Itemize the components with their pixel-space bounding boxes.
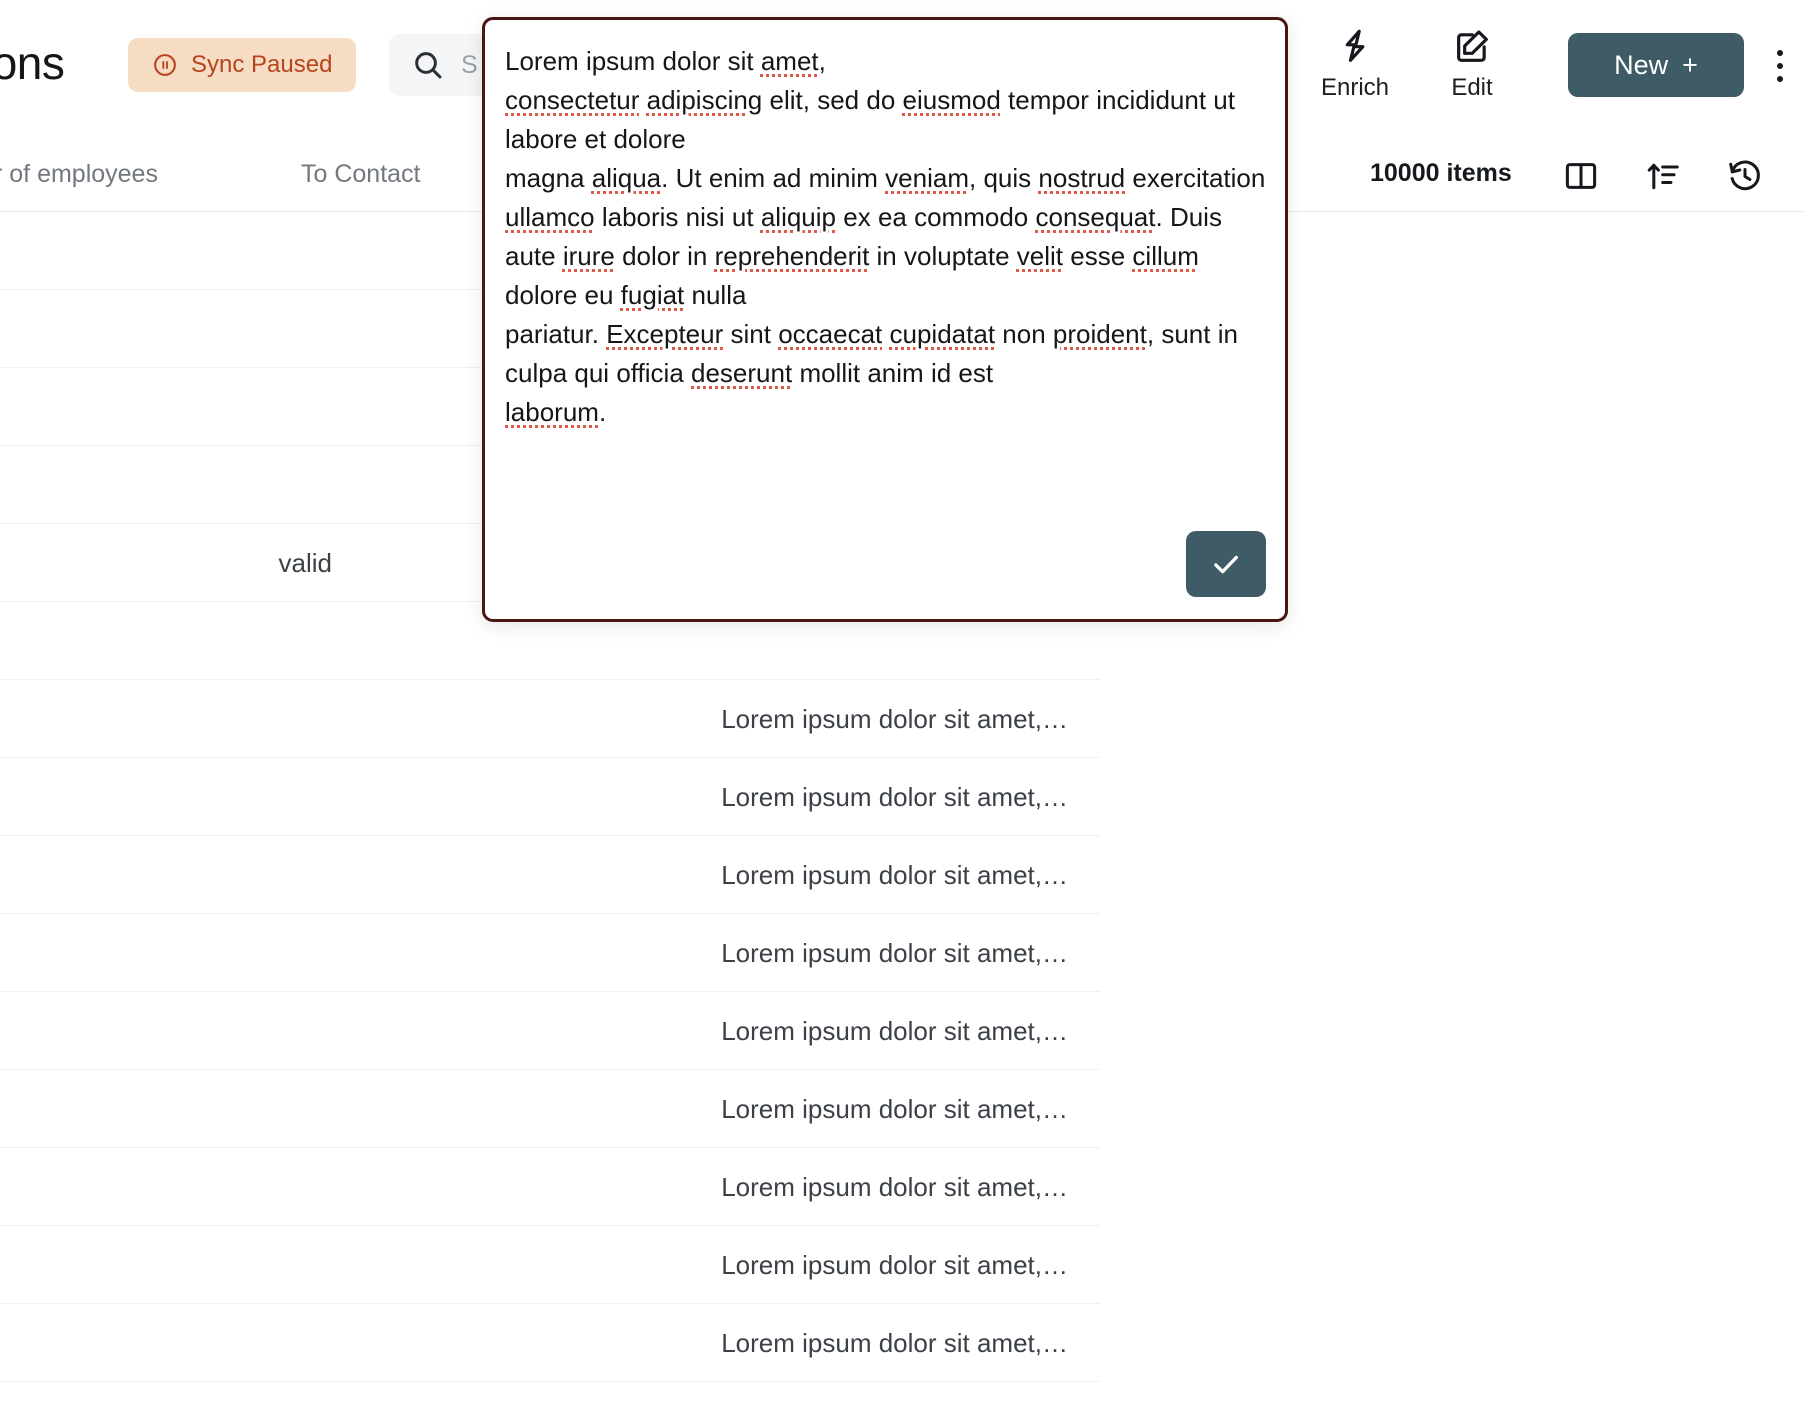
cell-description[interactable]: Lorem ipsum dolor sit amet,… — [721, 992, 1068, 1070]
edit-label: Edit — [1451, 74, 1492, 102]
kebab-dot — [1777, 76, 1783, 82]
cell-editor-textarea[interactable]: Lorem ipsum dolor sit amet, consectetur … — [505, 42, 1269, 432]
cell-validity[interactable] — [0, 290, 367, 368]
cell-validity[interactable] — [0, 1382, 367, 1408]
cell-description[interactable]: Lorem ipsum dolor sit amet,… — [721, 758, 1068, 836]
kebab-dot — [1777, 50, 1783, 56]
cell-description[interactable]: Lorem ipsum dolor sit amet,… — [721, 836, 1068, 914]
cell-validity[interactable] — [0, 1148, 367, 1226]
app-root: ions Sync Paused S Enrich — [0, 0, 1804, 1408]
table-row[interactable]: Lorem ipsum dolor sit amet,… — [0, 1226, 1100, 1304]
column-header-employees[interactable]: r of employees — [0, 160, 158, 189]
cell-validity[interactable] — [0, 602, 367, 680]
cell-description[interactable]: Lorem ipsum dolor sit amet,… — [721, 1070, 1068, 1148]
cell-validity[interactable] — [0, 1070, 367, 1148]
misspelled-word: velit — [1017, 241, 1063, 271]
misspelled-word: adipiscing — [647, 85, 763, 115]
table-row[interactable]: Lorem ipsum dolor sit amet,… — [0, 1148, 1100, 1226]
cell-validity[interactable] — [0, 914, 367, 992]
items-count-label: 10000 items — [1370, 159, 1512, 188]
cell-description[interactable]: Lorem ipsum dolor sit amet,… — [721, 680, 1068, 758]
misspelled-word: proident — [1053, 319, 1147, 349]
misspelled-word: amet — [761, 46, 819, 76]
pause-circle-icon — [152, 52, 178, 78]
misspelled-word: irure — [563, 241, 615, 271]
misspelled-word: aliquip — [761, 202, 836, 232]
misspelled-word: veniam — [885, 163, 969, 193]
table-row[interactable]: Lorem ipsum dolor sit amet,… — [0, 914, 1100, 992]
enrich-button[interactable]: Enrich — [1307, 26, 1403, 102]
search-icon — [411, 48, 445, 82]
sort-ascending-icon[interactable] — [1644, 157, 1682, 195]
table-row[interactable]: Lorem ipsum dolor sit amet,… — [0, 1382, 1100, 1408]
table-row[interactable]: Lorem ipsum dolor sit amet,… — [0, 836, 1100, 914]
new-button-plus: + — [1682, 50, 1698, 81]
new-button-label: New — [1614, 50, 1668, 81]
cell-validity[interactable] — [0, 758, 367, 836]
table-row[interactable]: Lorem ipsum dolor sit amet,… — [0, 992, 1100, 1070]
misspelled-word: deserunt — [691, 358, 792, 388]
lightning-bolt-icon — [1335, 26, 1375, 66]
cell-validity[interactable] — [0, 1304, 367, 1382]
new-button[interactable]: New + — [1568, 33, 1744, 97]
cell-validity[interactable] — [0, 368, 367, 446]
enrich-label: Enrich — [1321, 74, 1389, 102]
page-title: ions — [0, 36, 64, 90]
misspelled-word: nostrud — [1038, 163, 1125, 193]
table-row[interactable]: Lorem ipsum dolor sit amet,… — [0, 758, 1100, 836]
misspelled-word: eiusmod — [903, 85, 1001, 115]
misspelled-word: fugiat — [621, 280, 685, 310]
misspelled-word: aliqua — [592, 163, 661, 193]
table-row[interactable]: Lorem ipsum dolor sit amet,… — [0, 1070, 1100, 1148]
misspelled-word: cupidatat — [890, 319, 996, 349]
edit-button[interactable]: Edit — [1424, 26, 1520, 102]
column-header-to-contact[interactable]: To Contact — [301, 160, 421, 189]
cell-validity[interactable]: valid — [0, 524, 367, 602]
cell-validity[interactable] — [0, 680, 367, 758]
checkmark-icon — [1208, 546, 1244, 582]
misspelled-word: consectetur — [505, 85, 639, 115]
sync-status-badge[interactable]: Sync Paused — [128, 38, 356, 92]
misspelled-word: occaecat — [778, 319, 882, 349]
cell-description[interactable]: Lorem ipsum dolor sit amet,… — [721, 1226, 1068, 1304]
search-placeholder: S — [461, 51, 478, 80]
columns-icon[interactable] — [1562, 157, 1600, 195]
misspelled-word: consequat — [1035, 202, 1155, 232]
misspelled-word: ullamco — [505, 202, 595, 232]
cell-validity[interactable] — [0, 836, 367, 914]
misspelled-word: reprehenderit — [715, 241, 870, 271]
history-icon[interactable] — [1726, 157, 1764, 195]
cell-description[interactable]: Lorem ipsum dolor sit amet,… — [721, 914, 1068, 992]
misspelled-word: cillum — [1132, 241, 1198, 271]
sync-status-label: Sync Paused — [191, 51, 332, 79]
confirm-button[interactable] — [1186, 531, 1266, 597]
table-row[interactable]: Lorem ipsum dolor sit amet,… — [0, 680, 1100, 758]
cell-validity[interactable] — [0, 992, 367, 1070]
cell-description[interactable]: Lorem ipsum dolor sit amet,… — [721, 1304, 1068, 1382]
cell-editor-popup[interactable]: Lorem ipsum dolor sit amet, consectetur … — [482, 17, 1288, 622]
cell-validity[interactable] — [0, 446, 367, 524]
pencil-square-icon — [1452, 26, 1492, 66]
more-options-button[interactable] — [1760, 42, 1800, 90]
cell-description[interactable]: Lorem ipsum dolor sit amet,… — [721, 1148, 1068, 1226]
cell-validity[interactable] — [0, 212, 367, 290]
misspelled-word: Excepteur — [606, 319, 723, 349]
cell-validity[interactable] — [0, 1226, 367, 1304]
kebab-dot — [1777, 63, 1783, 69]
misspelled-word: laborum — [505, 397, 599, 427]
table-row[interactable]: Lorem ipsum dolor sit amet,… — [0, 1304, 1100, 1382]
cell-description[interactable]: Lorem ipsum dolor sit amet,… — [721, 1382, 1068, 1408]
